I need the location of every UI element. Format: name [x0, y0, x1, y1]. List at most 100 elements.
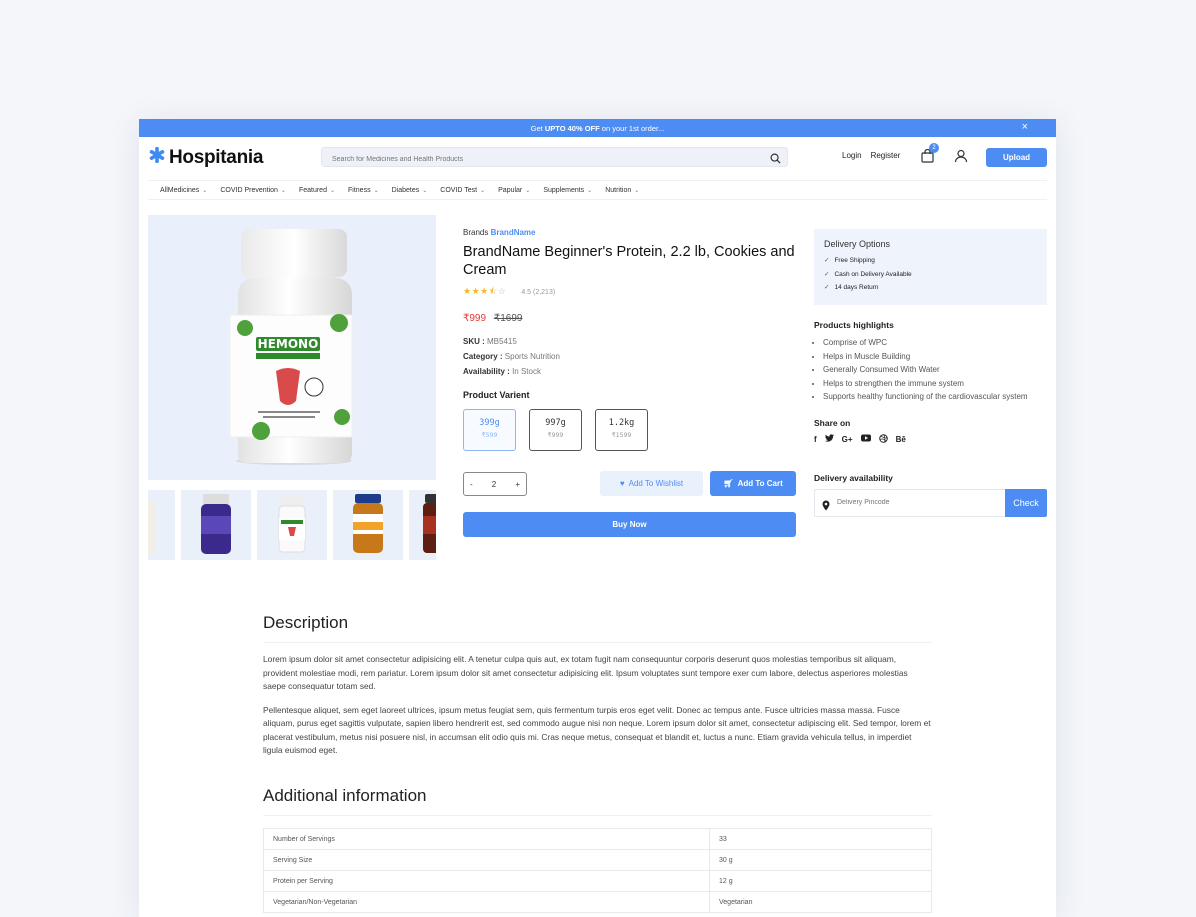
delivery-option-label: Free Shipping	[834, 257, 875, 264]
variant-option-1-2kg[interactable]: 1.2kg ₹1599	[595, 409, 648, 451]
menu-item-covid-test[interactable]: COVID Test ⌄	[440, 187, 485, 194]
account-button[interactable]	[954, 149, 968, 168]
check-icon: ✓	[824, 270, 830, 278]
check-icon: ✓	[824, 257, 830, 264]
promo-suffix: on your 1st order...	[601, 123, 665, 133]
menu-item-diabetes[interactable]: Diabetes ⌄	[392, 187, 428, 194]
spec-label: Number of Servings	[263, 828, 710, 850]
category-value[interactable]: Sports Nutrition	[505, 352, 560, 361]
delivery-option-label: Cash on Delivery Available	[834, 270, 912, 278]
register-link[interactable]: Register	[871, 151, 901, 160]
increment-button[interactable]: +	[515, 480, 520, 489]
description-paragraph: Lorem ipsum dolor sit amet consectetur a…	[263, 654, 908, 691]
description-paragraph: Pellentesque aliquet, sem eget laoreet u…	[263, 704, 931, 756]
menu-item-label: COVID Prevention	[220, 186, 278, 194]
check-icon: ✓	[824, 284, 830, 291]
availability-label: Availability :	[463, 367, 510, 376]
delivery-options: Delivery Options ✓ Free Shipping ✓ Cash on…	[814, 229, 1047, 305]
menu-item-label: Featured	[298, 186, 327, 194]
rating-text: 4.5 (2,213)	[521, 288, 556, 296]
category-menu: AllMedicines ⌄ COVID Prevention ⌄ Featured…	[148, 180, 1047, 200]
pincode-input[interactable]	[835, 497, 999, 507]
login-link[interactable]: Login	[842, 151, 862, 160]
check-button[interactable]: Check	[1005, 488, 1047, 517]
highlight-item: Supports healthy functioning of the card…	[823, 390, 1047, 404]
product-image-label: HEMONO	[258, 337, 319, 351]
logo-text: Hospitania	[169, 146, 264, 168]
side-panel: Delivery Options ✓ Free Shipping ✓ Cash on…	[814, 229, 1047, 517]
thumbnail[interactable]	[257, 490, 327, 560]
promo-prefix: Get	[530, 123, 543, 133]
thumbnail[interactable]	[409, 490, 436, 560]
delivery-option: ✓ Cash on Delivery Available	[824, 268, 1037, 282]
sku-value: MB5415	[487, 337, 517, 346]
twitter-icon[interactable]	[824, 434, 834, 444]
share-title: Share on	[814, 417, 851, 428]
thumb-image	[353, 494, 383, 553]
variant-price: ₹599	[481, 431, 498, 439]
user-icon	[954, 149, 968, 167]
category-label: Category :	[463, 352, 503, 361]
asterisk-logo-icon	[148, 146, 166, 169]
menu-item-fitness[interactable]: Fitness ⌄	[348, 187, 379, 194]
quantity-stepper: - 2 +	[463, 472, 527, 496]
menu-item-supplements[interactable]: Supplements ⌄	[543, 187, 592, 194]
close-icon[interactable]: ×	[1022, 121, 1028, 133]
behance-icon[interactable]: Bē	[896, 435, 906, 444]
spec-value: Vegetarian	[709, 891, 932, 913]
thumb-image	[201, 494, 231, 554]
header: Hospitania Login Register 2 Upload	[139, 137, 1056, 179]
additional-info-section: Additional information Number of Serving…	[263, 786, 932, 913]
product-page: Get UPTO 40% OFF on your 1st order... × …	[139, 119, 1056, 917]
brand-link[interactable]: BrandName	[491, 228, 536, 237]
menu-item-featured[interactable]: Featured ⌄	[299, 187, 335, 194]
highlight-item: Helps in Muscle Building	[823, 350, 1047, 364]
variant-option-399g[interactable]: 399g ₹599	[463, 409, 516, 451]
logo[interactable]: Hospitania	[148, 146, 263, 169]
promo-highlight: UPTO 40% OFF	[544, 123, 600, 133]
menu-item-label: Nutrition	[605, 186, 632, 194]
search-icon[interactable]	[770, 151, 781, 169]
thumbnail[interactable]	[181, 490, 251, 560]
highlights-list: Comprise of WPC Helps in Muscle Building…	[814, 336, 1047, 404]
menu-item-nutrition[interactable]: Nutrition ⌄	[605, 187, 639, 194]
quantity-value[interactable]: 2	[492, 480, 496, 489]
add-cart-label: Add To Cart	[737, 479, 783, 488]
menu-item-allmedicines[interactable]: AllMedicines ⌄	[160, 187, 207, 194]
add-to-wishlist-button[interactable]: ♥ Add To Wishlist	[600, 471, 703, 496]
youtube-icon[interactable]	[860, 434, 871, 444]
menu-item-covid-prevention[interactable]: COVID Prevention ⌄	[220, 187, 286, 194]
cart-button[interactable]: 2	[921, 143, 939, 168]
search-input[interactable]	[322, 149, 754, 170]
thumb-image	[148, 500, 155, 555]
thumbnail-strip	[148, 490, 436, 560]
variant-size: 399g	[479, 418, 500, 428]
menu-item-label: Fitness	[348, 186, 371, 194]
star-rating-icon: ★★★⯪☆	[463, 286, 507, 296]
chevron-down-icon: ⌄	[480, 187, 486, 194]
original-price: ₹1699	[493, 313, 523, 324]
upload-button[interactable]: Upload	[986, 148, 1047, 167]
google-plus-icon[interactable]: G+	[842, 435, 853, 444]
add-to-cart-button[interactable]: 🛒︎ Add To Cart	[710, 471, 796, 496]
dribbble-icon[interactable]	[878, 434, 888, 445]
thumbnail[interactable]	[333, 490, 403, 560]
thumb-image	[278, 496, 306, 553]
variant-option-997g[interactable]: 997g ₹999	[529, 409, 582, 451]
menu-item-papular[interactable]: Papular ⌄	[498, 187, 530, 194]
chevron-down-icon: ⌄	[373, 187, 379, 194]
current-price: ₹999	[463, 313, 487, 324]
variant-price: ₹1599	[611, 431, 632, 439]
facebook-icon[interactable]: f	[814, 435, 817, 444]
buy-now-button[interactable]: Buy Now	[463, 512, 796, 537]
share-icons: f G+ Bē	[814, 434, 1047, 445]
location-pin-icon	[822, 498, 830, 516]
pincode-form: Check	[814, 488, 1047, 517]
variant-price: ₹999	[547, 431, 564, 439]
cart-icon: 🛒︎	[723, 479, 734, 488]
table-row: Serving Size 30 g	[263, 849, 932, 871]
thumbnail[interactable]	[148, 490, 175, 560]
wishlist-label: Add To Wishlist	[628, 479, 684, 488]
auth-links: Login Register	[842, 151, 900, 160]
decrement-button[interactable]: -	[470, 480, 473, 489]
